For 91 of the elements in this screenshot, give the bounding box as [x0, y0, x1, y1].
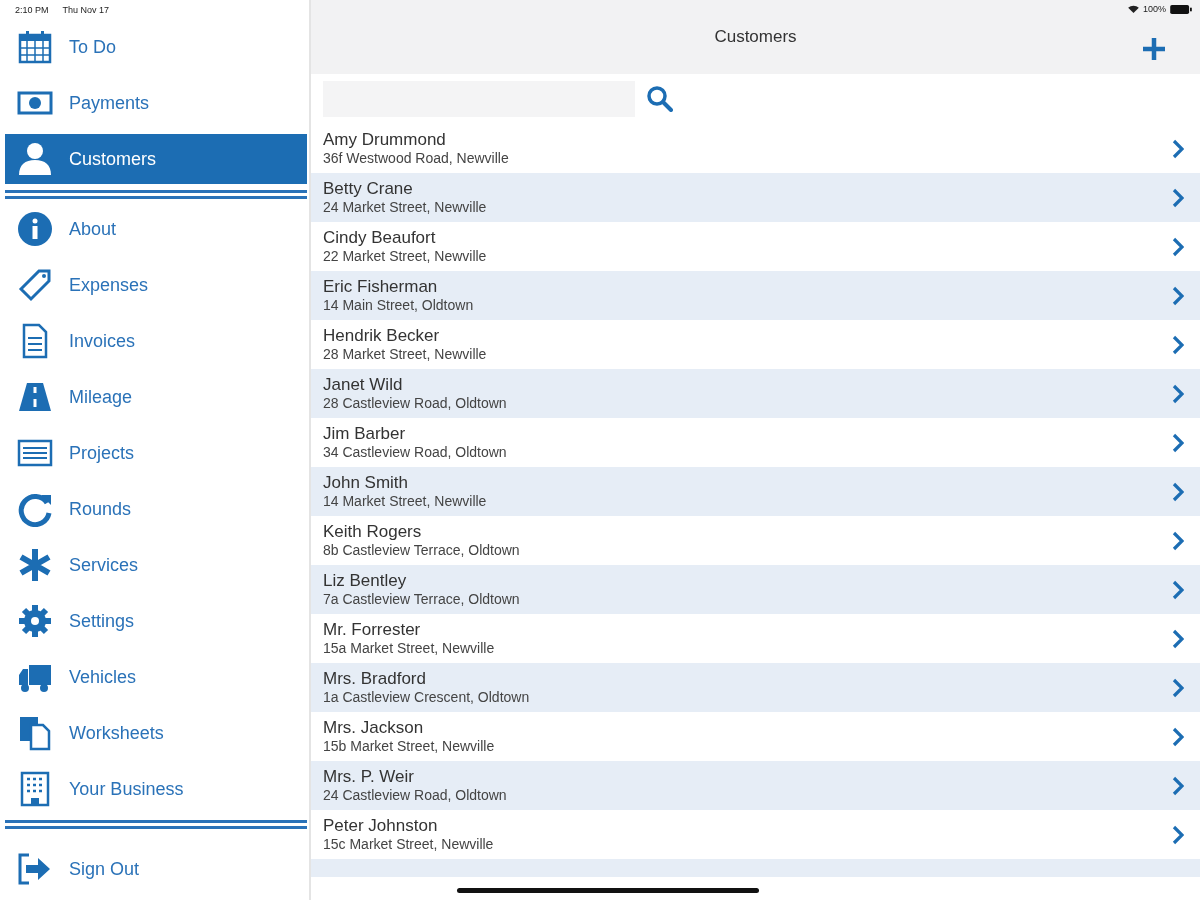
customer-name: Mrs. Jackson: [323, 718, 425, 738]
sidebar-item[interactable]: Vehicles: [5, 649, 307, 705]
customer-row[interactable]: Peter Johnston 15c Market Street, Newville: [311, 810, 1200, 859]
chevron-icon: [1172, 432, 1184, 453]
customer-address: 15b Market Street, Newville: [323, 738, 496, 755]
customer-row[interactable]: Janet Wild 28 Castleview Road, Oldtown: [311, 369, 1200, 418]
customer-row[interactable]: Jim Barber 34 Castleview Road, Oldtown: [311, 418, 1200, 467]
chevron-icon: [1172, 285, 1184, 306]
customer-name: Betty Crane: [323, 179, 414, 199]
chevron-icon: [1172, 726, 1184, 747]
customer-row[interactable]: John Smith 14 Market Street, Newville: [311, 467, 1200, 516]
sidebar-item[interactable]: Expenses: [5, 257, 307, 313]
customer-address: 7a Castleview Terrace, Oldtown: [323, 591, 521, 608]
customer-address: 14 Market Street, Newville: [323, 493, 488, 510]
customer-name: Mrs. Bradford: [323, 669, 427, 689]
chevron-icon: [1172, 579, 1184, 600]
customer-address: 15c Market Street, Newville: [323, 836, 495, 853]
chevron-icon: [1172, 481, 1184, 502]
status-time: 2:10 PM: [15, 5, 49, 17]
customer-address: 15a Market Street, Newville: [323, 640, 496, 657]
calendar-icon: [17, 29, 53, 65]
customer-address: 24 Castleview Road, Oldtown: [323, 787, 508, 804]
chevron-icon: [1172, 628, 1184, 649]
customer-address: 28 Market Street, Newville: [323, 346, 488, 363]
sidebar-item[interactable]: Mileage: [5, 369, 307, 425]
customer-name: Jim Barber: [323, 424, 407, 444]
customer-row[interactable]: Betty Crane 24 Market Street, Newville: [311, 173, 1200, 222]
documents-icon: [17, 715, 53, 751]
customer-name: Mrs. P. Weir: [323, 767, 415, 787]
chevron-icon: [1172, 383, 1184, 404]
sidebar-item[interactable]: Payments: [5, 75, 307, 131]
customer-name: Liz Bentley: [323, 571, 408, 591]
sidebar-item[interactable]: Your Business: [5, 761, 307, 817]
customer-address: 8b Castleview Terrace, Oldtown: [323, 542, 521, 559]
customer-name: Eric Fisherman: [323, 277, 439, 297]
person-icon: [17, 141, 53, 177]
customer-row[interactable]: Mr. Forrester 15a Market Street, Newville: [311, 614, 1200, 663]
chevron-icon: [1172, 775, 1184, 796]
sidebar-item[interactable]: Invoices: [5, 313, 307, 369]
status-date: Thu Nov 17: [62, 5, 110, 17]
sidebar-item[interactable]: Projects: [5, 425, 307, 481]
chevron-icon: [1172, 677, 1184, 698]
customer-address: 22 Market Street, Newville: [323, 248, 488, 265]
sidebar-item[interactable]: Sign Out: [5, 841, 307, 897]
gear-icon: [17, 603, 53, 639]
refresh-icon: [17, 491, 53, 527]
sidebar-item[interactable]: About: [5, 201, 307, 257]
asterisk-icon: [17, 547, 53, 583]
customer-name: Cindy Beaufort: [323, 228, 437, 248]
customer-address: 24 Market Street, Newville: [323, 199, 488, 216]
battery-icon: [1170, 4, 1192, 14]
customer-name: Peter Johnston: [323, 816, 439, 836]
customer-name: John Smith: [323, 473, 410, 493]
customer-row[interactable]: Mrs. Bradford 1a Castleview Crescent, Oldtown: [311, 663, 1200, 712]
customer-name: Hendrik Becker: [323, 326, 441, 346]
sidebar-item[interactable]: Customers: [5, 134, 307, 184]
chevron-icon: [1172, 138, 1184, 159]
add-icon[interactable]: [1142, 37, 1166, 61]
sidebar-item[interactable]: Settings: [5, 593, 307, 649]
chevron-icon: [1172, 187, 1184, 208]
search-icon[interactable]: [647, 86, 673, 112]
chevron-icon: [1172, 236, 1184, 257]
chevron-icon: [1172, 530, 1184, 551]
customer-row[interactable]: Eric Fisherman 14 Main Street, Oldtown: [311, 271, 1200, 320]
customer-row[interactable]: Mrs. P. Weir 24 Castleview Road, Oldtown: [311, 761, 1200, 810]
sidebar-item[interactable]: Rounds: [5, 481, 307, 537]
chevron-icon: [1172, 824, 1184, 845]
navigation-title: Customers: [714, 27, 797, 47]
sidebar-item[interactable]: Worksheets: [5, 705, 307, 761]
customer-name: Keith Rogers: [323, 522, 423, 542]
customer-name: Mr. Forrester: [323, 620, 422, 640]
customer-address: 14 Main Street, Oldtown: [323, 297, 475, 314]
battery-percentage: 100%: [1142, 4, 1166, 14]
customer-row[interactable]: Amy Drummond 36f Westwood Road, Newville: [311, 124, 1200, 173]
info-icon: [17, 211, 53, 247]
customer-row[interactable]: Hendrik Becker 28 Market Street, Newville: [311, 320, 1200, 369]
tag-icon: [17, 267, 53, 303]
customer-row[interactable]: Cindy Beaufort 22 Market Street, Newville: [311, 222, 1200, 271]
wifi-icon: [1127, 5, 1139, 13]
customer-name: Amy Drummond: [323, 130, 447, 150]
sidebar-item[interactable]: Services: [5, 537, 307, 593]
customer-address: 1a Castleview Crescent, Oldtown: [323, 689, 531, 706]
chevron-icon: [1172, 334, 1184, 355]
sidebar-item[interactable]: To Do: [5, 19, 307, 75]
customer-address: 34 Castleview Road, Oldtown: [323, 444, 508, 461]
customer-row[interactable]: Mrs. Jackson 15b Market Street, Newville: [311, 712, 1200, 761]
customer-address: 36f Westwood Road, Newville: [323, 150, 510, 167]
customer-name: Janet Wild: [323, 375, 404, 395]
customer-row[interactable]: Liz Bentley 7a Castleview Terrace, Oldtown: [311, 565, 1200, 614]
customer-row[interactable]: Keith Rogers 8b Castleview Terrace, Oldtown: [311, 516, 1200, 565]
customer-address: 28 Castleview Road, Oldtown: [323, 395, 508, 412]
